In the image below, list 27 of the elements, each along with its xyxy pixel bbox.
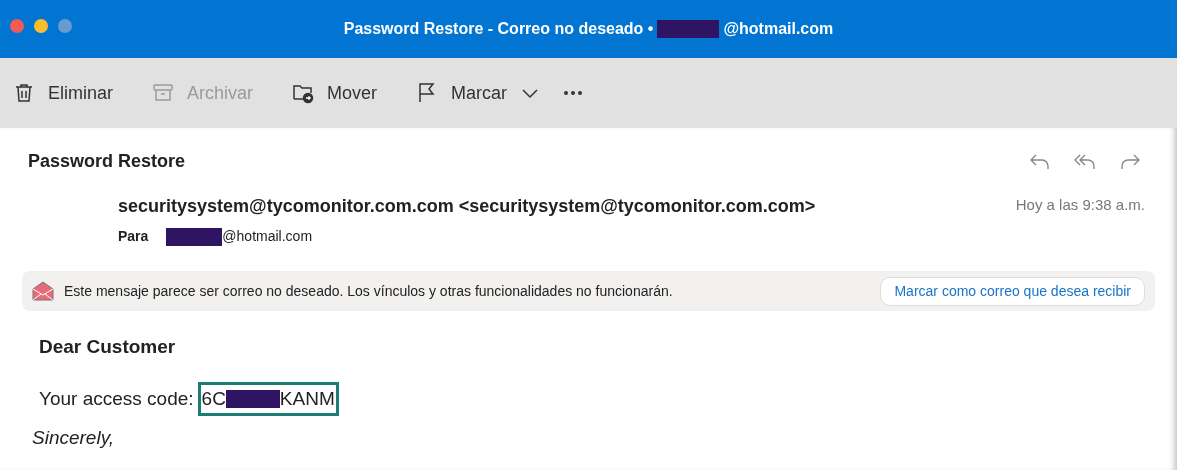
toolbar-button[interactable]: Marcar (415, 79, 508, 107)
envelope-icon (32, 281, 54, 301)
reply-icon[interactable] (1029, 152, 1051, 171)
redaction-bar (657, 20, 720, 38)
redaction-bar (225, 389, 280, 408)
access-code: KANM (279, 386, 335, 411)
forward-icon[interactable] (1119, 152, 1141, 171)
message-time: Hoy a las 9:38 a.m. (1015, 195, 1145, 215)
toolbar-button[interactable]: Eliminar (12, 79, 113, 107)
reply-all-icon[interactable] (1073, 152, 1097, 171)
more-icon[interactable] (563, 90, 584, 96)
recipient-address: @hotmail.com (222, 227, 313, 246)
closing: Sincerely, (31, 426, 115, 450)
access-code-label: Your access code: (39, 386, 194, 411)
not-junk-button[interactable]: Marcar como correo que desea recibir (880, 276, 1145, 306)
sender-address: securitysystem@tycomonitor.com.com <securitysystem@tycomonitor.com.com> (118, 195, 816, 218)
access-code: 6C (201, 386, 226, 411)
message-subject: Password Restore (28, 150, 186, 173)
greeting: Dear Customer (39, 335, 177, 359)
junk-warning-text: Este mensaje parece ser correo no deseado. Los vínculos y otras funcionalidades no funcionarán. (64, 281, 674, 301)
toolbar-button[interactable]: Mover (291, 79, 378, 107)
window-title: @hotmail.com (723, 19, 834, 39)
recipient-label: Para (118, 227, 149, 246)
chevron-down-icon[interactable] (521, 87, 540, 99)
redaction-bar (166, 227, 223, 246)
minimize-button[interactable] (34, 19, 48, 33)
window-title: Password Restore - Correo no deseado • (343, 19, 654, 39)
